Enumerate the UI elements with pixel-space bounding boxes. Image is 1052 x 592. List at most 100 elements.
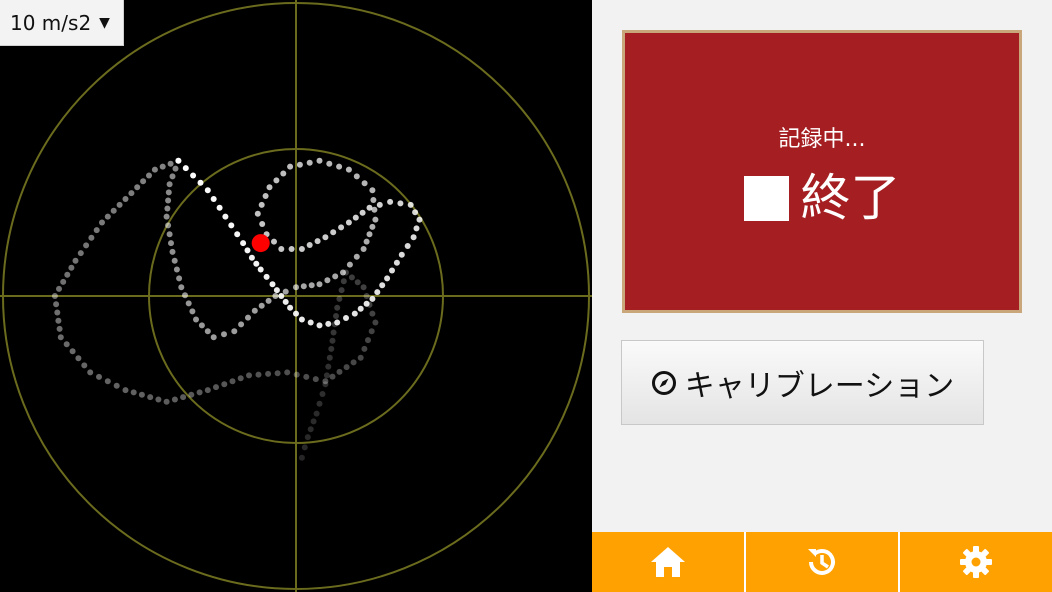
trace-point bbox=[228, 222, 235, 229]
trace-point bbox=[368, 328, 375, 335]
trace-point bbox=[168, 240, 174, 247]
trace-point bbox=[188, 391, 195, 398]
gear-icon bbox=[960, 546, 992, 578]
trace-point bbox=[316, 400, 323, 407]
trace-point bbox=[178, 284, 185, 291]
trace-point bbox=[87, 369, 94, 376]
trace-point bbox=[116, 201, 123, 208]
trace-point bbox=[88, 234, 95, 241]
trace-point bbox=[316, 157, 323, 164]
trace-point bbox=[312, 376, 319, 383]
trace-point bbox=[258, 201, 265, 208]
trace-point bbox=[169, 248, 176, 255]
trace-point bbox=[180, 394, 187, 401]
stop-record-button[interactable]: 記録中... 終了 bbox=[622, 30, 1022, 313]
trace-point bbox=[328, 345, 335, 352]
trace-point bbox=[354, 279, 361, 286]
trace-point bbox=[379, 282, 386, 289]
trace-point bbox=[81, 362, 88, 369]
trace-point bbox=[331, 321, 338, 328]
trace-point bbox=[357, 305, 364, 312]
trace-point bbox=[113, 382, 120, 389]
trace-point bbox=[229, 378, 236, 385]
trace-point bbox=[410, 234, 417, 241]
trace-point bbox=[307, 426, 314, 433]
trace-point bbox=[304, 434, 311, 441]
trace-point bbox=[369, 187, 376, 194]
trace-point bbox=[300, 283, 307, 290]
trace-point bbox=[387, 198, 394, 205]
trace-point bbox=[60, 278, 67, 285]
compass-icon bbox=[651, 370, 676, 395]
trace-point bbox=[165, 189, 172, 196]
trace-point bbox=[244, 247, 251, 254]
trace-point bbox=[55, 317, 62, 324]
trace-point bbox=[54, 309, 61, 316]
trace-point bbox=[151, 166, 158, 173]
trace-point bbox=[324, 277, 331, 284]
trace-point bbox=[278, 293, 285, 299]
trace-point bbox=[343, 364, 350, 371]
trace-point bbox=[330, 229, 337, 236]
trace-point bbox=[64, 271, 71, 278]
trace-point bbox=[361, 180, 368, 187]
current-point-marker bbox=[251, 234, 270, 253]
trace-point bbox=[140, 178, 147, 185]
trace-point bbox=[316, 322, 323, 329]
trace-point bbox=[298, 316, 305, 323]
trace-point bbox=[269, 281, 276, 288]
trace-point bbox=[371, 206, 378, 213]
trace-point bbox=[353, 253, 360, 260]
calibration-button[interactable]: キャリブレーション bbox=[621, 340, 984, 425]
trace-point bbox=[193, 316, 199, 323]
trace-point bbox=[53, 301, 60, 308]
trace-point bbox=[238, 321, 245, 328]
trace-point bbox=[346, 261, 353, 268]
trace-point bbox=[369, 295, 376, 302]
trace-point bbox=[345, 219, 352, 226]
trace-point bbox=[77, 250, 84, 257]
trace-point bbox=[298, 454, 305, 461]
trace-point bbox=[138, 391, 145, 398]
home-button[interactable] bbox=[592, 532, 744, 592]
trace-point bbox=[363, 293, 370, 299]
settings-button[interactable] bbox=[898, 532, 1052, 592]
trace-point bbox=[363, 238, 370, 245]
trace-point bbox=[287, 304, 294, 311]
trace-point bbox=[190, 172, 197, 179]
scale-dropdown[interactable]: 10 m/s2 ▼ bbox=[0, 0, 124, 46]
chevron-down-icon: ▼ bbox=[99, 14, 110, 31]
acceleration-plot: 10 m/s2 ▼ bbox=[0, 0, 592, 592]
trace-point bbox=[272, 293, 279, 299]
trace-point bbox=[393, 259, 400, 266]
trace-point bbox=[167, 160, 174, 167]
history-button[interactable] bbox=[744, 532, 898, 592]
trace-point bbox=[83, 242, 90, 249]
trace-point bbox=[278, 246, 285, 252]
trace-point bbox=[329, 337, 336, 344]
trace-point bbox=[370, 197, 377, 203]
trace-point bbox=[96, 373, 102, 380]
trace-point bbox=[357, 354, 364, 361]
trace-point bbox=[343, 315, 349, 321]
trace-point bbox=[204, 387, 211, 394]
trace-point bbox=[271, 238, 277, 245]
trace-point bbox=[251, 307, 258, 314]
trace-point bbox=[72, 257, 79, 264]
history-icon bbox=[808, 549, 835, 575]
control-panel: 記録中... 終了 キャリブレーション bbox=[592, 0, 1052, 532]
trace-point bbox=[334, 304, 341, 311]
trace-point bbox=[325, 363, 332, 370]
trace-point bbox=[397, 200, 404, 207]
trace-point bbox=[258, 302, 265, 309]
trace-point bbox=[99, 219, 105, 226]
trace-point bbox=[171, 396, 178, 403]
trace-point bbox=[322, 234, 329, 241]
trace-point bbox=[197, 179, 204, 186]
trace-point bbox=[287, 163, 294, 170]
trace-point bbox=[104, 378, 111, 385]
trace-point bbox=[352, 214, 359, 221]
trace-point bbox=[93, 227, 100, 234]
trace-point bbox=[130, 389, 137, 396]
trace-point bbox=[314, 238, 321, 245]
